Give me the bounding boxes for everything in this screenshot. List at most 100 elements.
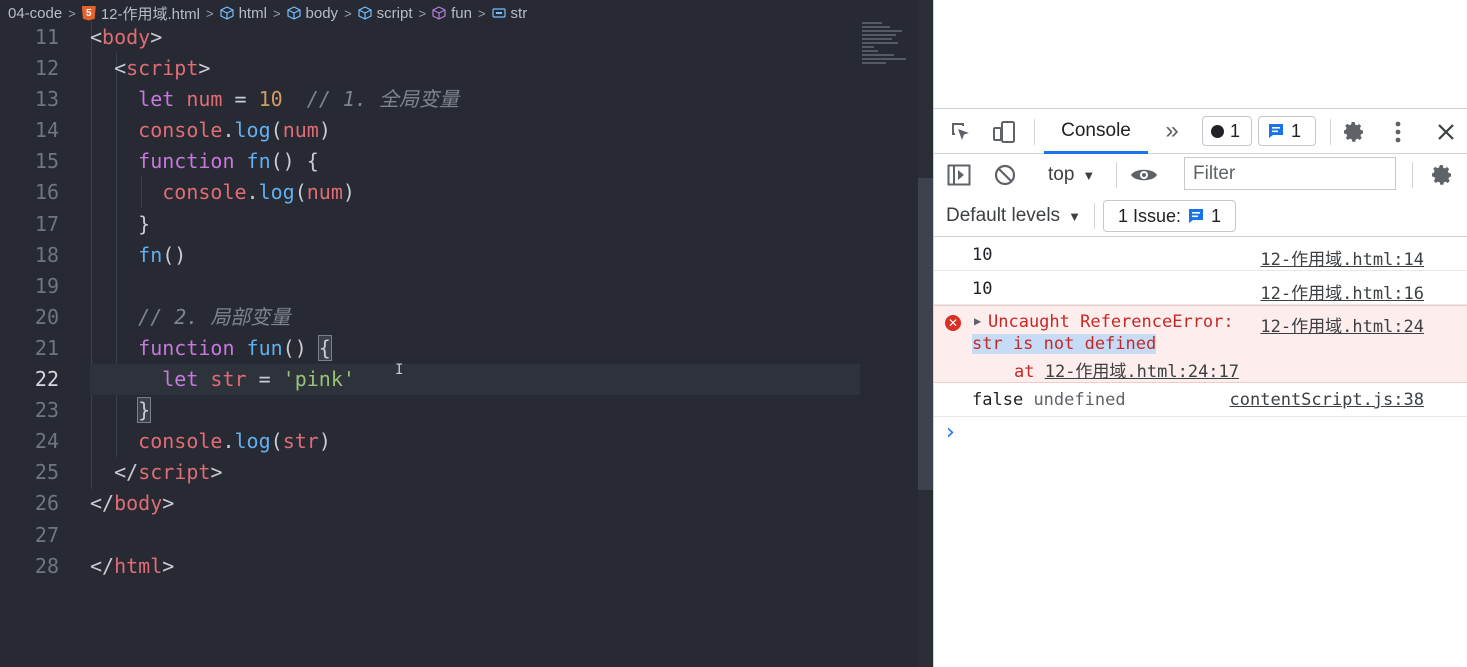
line-number: 25 [34, 460, 59, 485]
code-line-14: console.log(num) [138, 118, 331, 143]
code-line-26: </body> [90, 491, 175, 516]
expand-arrow-icon[interactable]: ▶ [974, 314, 981, 328]
filter-input[interactable]: Filter [1184, 157, 1396, 190]
message-text: false undefined [972, 390, 1126, 410]
toolbar-divider [1094, 203, 1095, 229]
tab-console[interactable]: Console [1042, 109, 1150, 153]
bracket-match: { [317, 334, 332, 361]
line-number: 27 [34, 522, 59, 547]
line-number: 14 [34, 118, 59, 143]
code-line-11: <body> [90, 25, 163, 49]
prompt-chevron-icon: › [946, 420, 955, 445]
line-number: 18 [34, 242, 59, 267]
breadcrumb-script[interactable]: script [358, 5, 413, 22]
chevron-right-icon: > [418, 5, 427, 21]
source-link[interactable]: 12-作用域.html:24:17 [1045, 362, 1239, 382]
toolbar-divider [1116, 162, 1117, 188]
console-toolbar: top ▼ Filter [934, 154, 1467, 195]
more-tabs-icon[interactable]: » [1160, 117, 1184, 145]
console-prompt[interactable]: › [934, 417, 1467, 451]
toolbar-divider [1412, 162, 1413, 188]
close-icon[interactable] [1432, 118, 1460, 146]
console-settings-gear-icon[interactable] [1428, 161, 1456, 189]
cube-icon [219, 6, 234, 20]
error-dot-icon [1211, 124, 1224, 138]
console-message: 10 12-作用域.html:16 [934, 271, 1467, 305]
message-icon [1269, 124, 1283, 138]
console-error-message: ✕ ▶ Uncaught ReferenceError: 12-作用域.html… [934, 305, 1467, 383]
code-line-17: } [138, 211, 151, 236]
line-number: 17 [34, 211, 59, 236]
sidebar-toggle-icon[interactable] [946, 162, 972, 188]
code-line-13: let num = 10 // 1. 全局变量 [138, 87, 460, 112]
code-line-18: fn() [138, 242, 187, 267]
bracket-match: } [137, 397, 152, 424]
chevron-right-icon: > [68, 5, 76, 21]
breadcrumb-fun[interactable]: fun [432, 5, 472, 22]
toolbar-divider [1034, 119, 1035, 145]
errors-count-button[interactable]: 1 [1202, 116, 1252, 146]
code-line-23: } [90, 395, 860, 426]
chevron-right-icon: > [344, 5, 352, 21]
clear-console-icon[interactable] [992, 162, 1018, 188]
variable-icon [491, 8, 506, 18]
code-line-16: console.log(num) [162, 180, 355, 205]
line-number: 13 [34, 87, 59, 112]
dropdown-arrow-icon: ▼ [1082, 167, 1096, 183]
code-area[interactable]: <body> <script> let num = 10 // 1. 全局变量 … [90, 22, 860, 582]
source-link[interactable]: contentScript.js:38 [1230, 390, 1424, 410]
log-levels-dropdown[interactable]: Default levels ▼ [946, 203, 1081, 229]
dropdown-arrow-icon: ▼ [1068, 208, 1081, 224]
messages-count-button[interactable]: 1 [1258, 116, 1316, 146]
minimap[interactable] [862, 22, 914, 82]
line-number: 11 [34, 25, 59, 49]
message-icon [1189, 209, 1204, 223]
line-number: 21 [34, 335, 59, 360]
more-options-icon[interactable] [1386, 118, 1410, 146]
breadcrumb-file[interactable]: 5 12-作用域.html [81, 3, 200, 24]
code-editor[interactable]: 04-code > 5 12-作用域.html > html > body > s… [0, 0, 933, 667]
code-line-22: let str = 'pink' [90, 364, 860, 396]
settings-gear-icon[interactable] [1340, 118, 1368, 146]
source-link[interactable]: 12-作用域.html:16 [1260, 279, 1424, 304]
line-number: 26 [34, 491, 59, 516]
line-number: 19 [34, 273, 59, 298]
code-line-21: function fun() { [138, 334, 332, 361]
source-link[interactable]: 12-作用域.html:14 [1260, 245, 1424, 270]
source-link[interactable]: 12-作用域.html:24 [1260, 312, 1424, 337]
line-number: 24 [34, 429, 59, 454]
line-number: 15 [34, 149, 59, 174]
issues-button[interactable]: 1 Issue: 1 [1103, 200, 1236, 232]
chevron-right-icon: > [477, 5, 486, 21]
code-line-24: console.log(str) [138, 429, 331, 454]
context-selector[interactable]: top ▼ [1048, 162, 1095, 188]
line-number: 22 [34, 367, 59, 392]
breadcrumb-str[interactable]: str [491, 5, 527, 22]
html5-icon: 5 [81, 5, 96, 21]
code-line-20: // 2. 局部变量 [138, 304, 291, 329]
breadcrumb-html[interactable]: html [219, 5, 267, 22]
line-number: 20 [34, 304, 59, 329]
devtools-main-toolbar: Console » 1 1 [934, 108, 1467, 154]
line-number: 16 [34, 180, 59, 205]
inspect-element-icon[interactable] [948, 119, 974, 145]
devtools-panel: Console » 1 1 top ▼ Filter Default level… [933, 0, 1467, 667]
code-line-12: <script> [114, 56, 211, 81]
code-line-25: </script> [114, 460, 223, 485]
cube-icon [286, 6, 301, 20]
breadcrumb-body[interactable]: body [286, 5, 338, 22]
cube-icon [358, 6, 372, 20]
device-toolbar-icon[interactable] [990, 118, 1018, 146]
breadcrumb-folder[interactable]: 04-code [8, 5, 62, 22]
console-levels-toolbar: Default levels ▼ 1 Issue: 1 [934, 195, 1467, 237]
error-icon: ✕ [945, 315, 961, 331]
console-messages: 10 12-作用域.html:14 10 12-作用域.html:16 ✕ ▶ … [934, 237, 1467, 451]
toolbar-divider [1330, 119, 1331, 145]
console-message: false undefined contentScript.js:38 [934, 383, 1467, 417]
editor-scrollbar-thumb[interactable] [918, 178, 933, 490]
live-expression-eye-icon[interactable] [1128, 162, 1160, 188]
stack-trace: at 12-作用域.html:24:17 [1014, 362, 1240, 382]
code-line-15: function fn() { [138, 149, 319, 174]
